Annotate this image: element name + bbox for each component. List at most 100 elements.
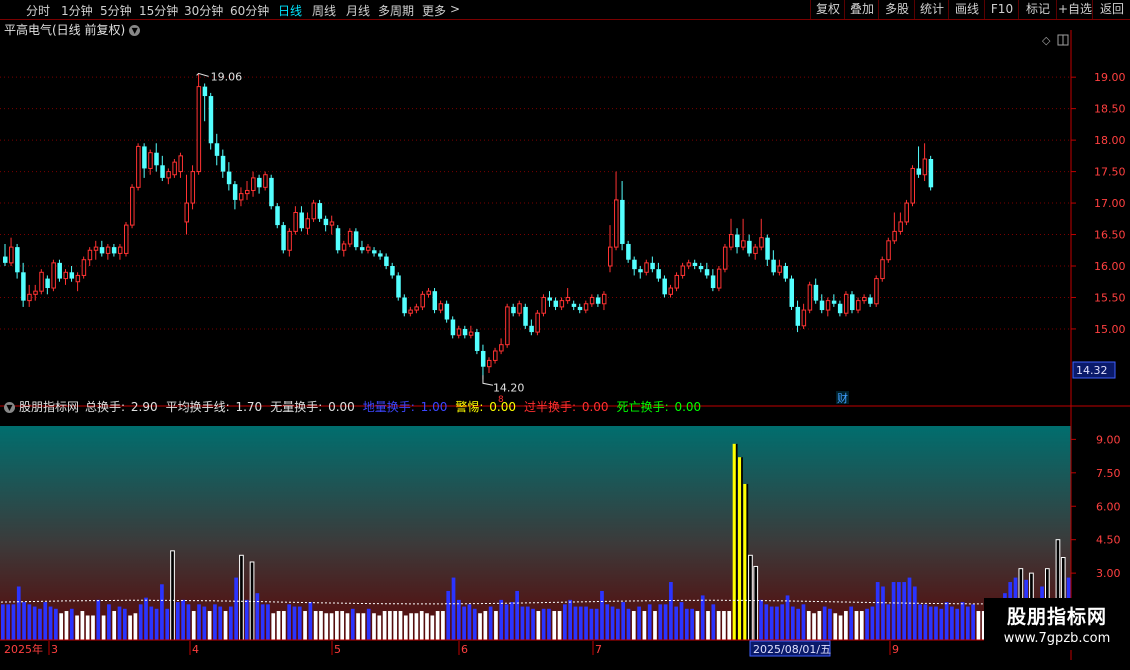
turnover-bar <box>806 611 811 640</box>
toolbar-button-3[interactable]: 统计 <box>914 0 949 19</box>
indicator-menu-icon[interactable]: ▼ <box>4 402 15 413</box>
turnover-bar <box>43 602 48 640</box>
period-tab-9[interactable]: 多周期 <box>378 2 414 19</box>
candle-body <box>868 297 873 304</box>
period-tab-6[interactable]: 日线 <box>278 2 302 19</box>
period-tab-3[interactable]: 15分钟 <box>139 2 178 19</box>
turnover-bar <box>573 606 578 640</box>
indicator-name[interactable]: 股朋指标网 <box>19 400 79 414</box>
chevron-down-icon[interactable]: ▼ <box>129 25 141 36</box>
candle <box>420 291 425 311</box>
candle <box>928 155 934 191</box>
candle-body <box>880 259 885 280</box>
turnover-bar <box>589 608 594 640</box>
turnover-bar <box>711 604 716 640</box>
indicator-field-label: 无量换手: <box>270 400 323 414</box>
indicator-field-label: 平均换手线: <box>165 400 230 414</box>
period-tab-4[interactable]: 30分钟 <box>184 2 223 19</box>
candle-body <box>656 269 661 279</box>
turnover-bar <box>971 604 975 640</box>
toolbar-button-5[interactable]: F10 <box>984 0 1019 19</box>
candle <box>299 206 304 232</box>
candle <box>753 243 758 260</box>
turnover-bar <box>16 586 21 640</box>
turnover-bar <box>6 604 11 640</box>
turnover-bar <box>366 608 371 640</box>
turnover-bar <box>541 608 546 640</box>
period-tab-8[interactable]: 月线 <box>346 2 370 19</box>
turnover-bar <box>207 611 212 640</box>
candle <box>868 294 873 307</box>
turnover-bar <box>748 554 753 641</box>
candle <box>154 143 159 172</box>
candle-body <box>420 293 425 308</box>
candle-body <box>384 256 389 266</box>
candle <box>831 294 837 307</box>
candle <box>172 159 177 178</box>
candle-body <box>87 249 93 261</box>
candle-body <box>287 230 292 251</box>
turnover-bar <box>812 613 816 640</box>
turnover-bar <box>849 606 854 640</box>
candle <box>226 162 232 191</box>
period-tab-5[interactable]: 60分钟 <box>230 2 269 19</box>
candle-body <box>753 246 758 254</box>
candle-body <box>366 246 371 251</box>
candle-body <box>202 86 208 97</box>
turnover-bar <box>175 602 180 640</box>
turnover-bar <box>865 608 869 640</box>
stock-title[interactable]: 平高电气(日线 前复权) ▼ <box>4 21 141 38</box>
candle <box>825 297 831 317</box>
candle <box>317 199 323 222</box>
indicator-field-2: 无量换手: 0.00 <box>270 400 357 414</box>
toolbar-button-4[interactable]: 画线 <box>948 0 985 19</box>
candle <box>93 240 99 260</box>
candle-body <box>281 225 286 251</box>
candle-body <box>402 297 407 314</box>
candle <box>916 146 922 178</box>
candle-body <box>226 171 232 185</box>
more-arrow-icon[interactable]: > <box>450 2 460 16</box>
candle-body <box>51 262 56 289</box>
period-tab-2[interactable]: 5分钟 <box>100 2 132 19</box>
candle-body <box>807 284 813 311</box>
turnover-bar <box>308 602 313 640</box>
toolbar-button-7[interactable]: +自选 <box>1056 0 1093 19</box>
toolbar-button-2[interactable]: 多股 <box>878 0 915 19</box>
candle <box>650 256 655 273</box>
period-tab-1[interactable]: 1分钟 <box>61 2 93 19</box>
diamond-icon: ◇ <box>1042 34 1051 47</box>
turnover-bar <box>144 597 148 640</box>
turnover-bar <box>239 554 244 641</box>
period-tab-10[interactable]: 更多 <box>422 2 446 19</box>
period-tab-7[interactable]: 周线 <box>312 2 336 19</box>
candle <box>626 240 631 263</box>
turnover-bar <box>679 602 684 640</box>
turnover-bar <box>456 599 461 640</box>
candle <box>480 344 486 380</box>
turnover-bar <box>605 604 610 640</box>
toolbar-button-1[interactable]: 叠加 <box>844 0 879 19</box>
turnover-bar <box>345 613 350 640</box>
period-tab-0[interactable]: 分时 <box>26 2 50 19</box>
price-grid <box>0 76 1071 330</box>
turnover-bar <box>621 602 626 640</box>
candle <box>293 206 298 235</box>
candle <box>372 247 377 257</box>
turnover-bar <box>610 606 615 640</box>
candle <box>396 272 401 301</box>
toolbar-button-6[interactable]: 标记 <box>1018 0 1057 19</box>
toolbar-button-8[interactable]: 返回 <box>1092 0 1130 19</box>
turnover-bar <box>202 606 207 640</box>
candle <box>63 269 68 285</box>
candle-body <box>850 294 855 311</box>
candle <box>384 253 389 270</box>
watermark-line2: www.7gpzb.com <box>1003 631 1111 646</box>
candle-body <box>27 293 32 302</box>
turnover-bar <box>722 611 726 640</box>
turnover-bar <box>75 615 79 640</box>
turnover-bar <box>695 611 700 640</box>
candle-body <box>130 186 135 226</box>
turnover-bar <box>122 608 127 640</box>
toolbar-button-0[interactable]: 复权 <box>810 0 845 19</box>
